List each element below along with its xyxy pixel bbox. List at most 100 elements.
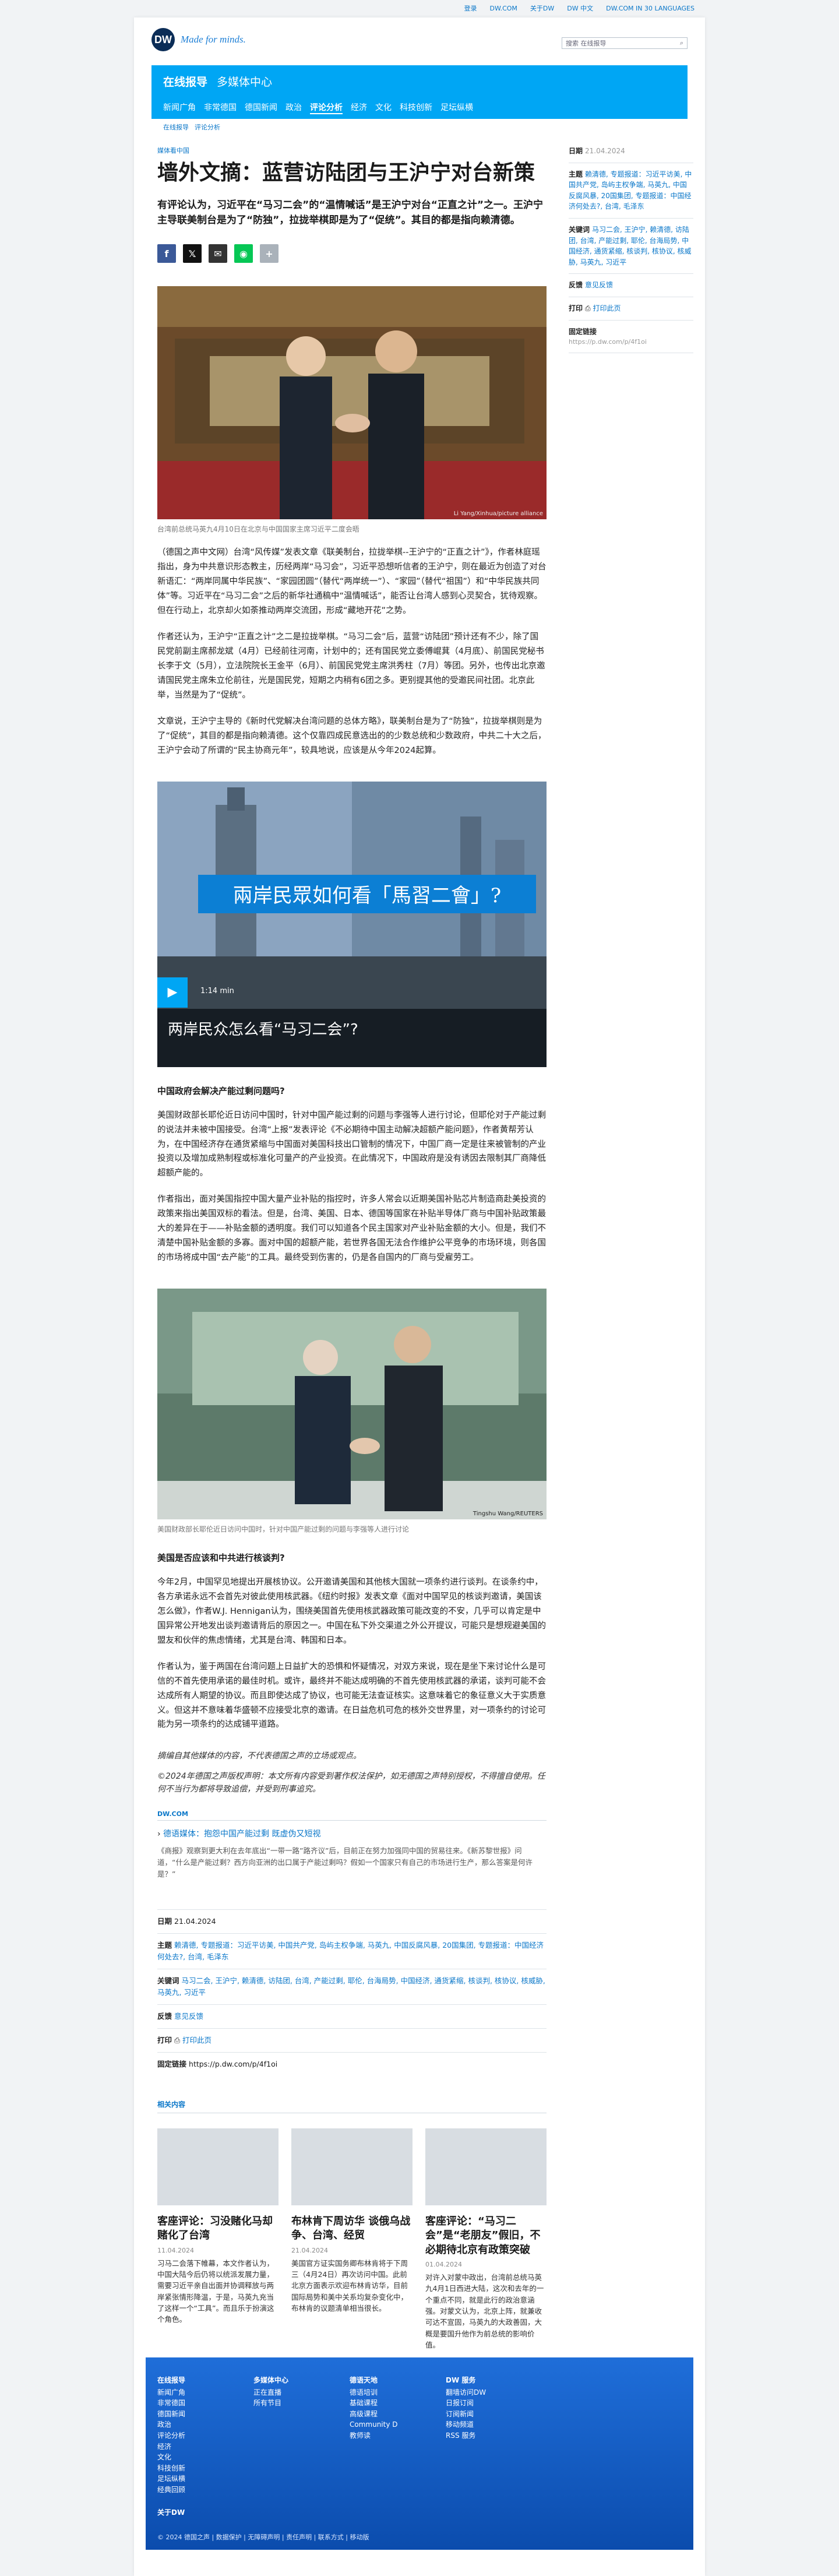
footer-heading[interactable]: DW 服务 [446, 2375, 519, 2386]
meta-keywords-label: 关键词 [157, 1976, 179, 1985]
sidebar-topics[interactable]: 赖清德, 专题报道：习近平访美, 中国共产党, 岛屿主权争端, 马英九, 中国反… [569, 170, 692, 211]
footer-column: DW 服务 翻墙访问DW 日报订阅 订阅新闻 移动频道 RSS 服务 [446, 2375, 519, 2519]
nav-item[interactable]: 科技创新 [400, 101, 432, 114]
nav-item[interactable]: 足坛纵横 [440, 101, 473, 114]
meta-feedback-label: 反馈 [157, 2011, 172, 2021]
footer-heading[interactable]: 德语天地 [350, 2375, 422, 2386]
play-icon[interactable]: ▶ [157, 977, 188, 1008]
share-bar: f 𝕏 ✉ ◉ + [157, 244, 547, 263]
sidebar-print-label: 打印 [569, 304, 583, 312]
card-date: 21.04.2024 [291, 2246, 328, 2254]
about-dw-link[interactable]: 关于DW [530, 3, 554, 13]
article-paragraph: （德国之声中文网）台湾“风传媒”发表文章《联美制台，拉拢举棋--王沪宁的“正直之… [157, 548, 547, 616]
sidebar-permalink[interactable]: https://p.dw.com/p/4f1oi [569, 337, 693, 347]
footer-link[interactable]: 文化 [157, 2452, 230, 2463]
permalink[interactable]: https://p.dw.com/p/4f1oi [189, 2060, 277, 2068]
footer-link[interactable]: 翻墙访问DW [446, 2387, 519, 2398]
print-link[interactable]: 打印此页 [182, 2036, 211, 2044]
meta-permalink-label: 固定链接 [157, 2059, 187, 2068]
email-icon[interactable]: ✉ [209, 244, 227, 263]
related-card[interactable]: 客座评论：“马习二会”是“老朋友”假旧，不必期待北京有政策突破 01.04.20… [425, 2128, 547, 2351]
disclaimer: 摘编自其他媒体的内容，不代表德国之声的立场或观点。 [157, 1751, 361, 1761]
more-share-icon[interactable]: + [260, 244, 279, 263]
card-title[interactable]: 客座评论：“马习二会”是“老朋友”假旧，不必期待北京有政策突破 [425, 2215, 547, 2257]
footer-legal[interactable]: © 2024 德国之声 | 数据保护 | 无障碍声明 | 责任声明 | 联系方式… [157, 2532, 369, 2542]
nav-section-title[interactable]: 在线报导 [163, 73, 207, 89]
footer-link[interactable]: 非常德国 [157, 2398, 230, 2409]
masthead: DW Made for minds. 搜索 在线报导 ⌕ [134, 17, 705, 65]
footer-link[interactable]: 移动频道 [446, 2419, 519, 2430]
logo-tagline: Made for minds. [181, 34, 246, 45]
footer-link[interactable]: 政治 [157, 2419, 230, 2430]
article-body: （德国之声中文网）台湾“风传媒”发表文章《联美制台，拉拢举棋--王沪宁的“正直之… [146, 546, 558, 758]
copyright-notice: ©2024年德国之声版权声明：本文所有内容受到著作权法保护，如无德国之声特别授权… [157, 1771, 545, 1794]
footer-link[interactable]: RSS 服务 [446, 2430, 519, 2441]
footer-about[interactable]: 关于DW [157, 2507, 230, 2518]
breadcrumb-item[interactable]: 评论分析 [195, 122, 220, 132]
nav-item[interactable]: 经济 [351, 101, 367, 114]
languages-link[interactable]: DW.COM IN 30 LANGUAGES [606, 5, 695, 12]
dw-com-link[interactable]: DW.COM [490, 5, 517, 12]
dw-related-excerpt: 《商报》观察到更大利在去年底出“一带一路”路齐议”后，目前正在努力加强同中国的贸… [157, 1846, 533, 1878]
footer-link[interactable]: 评论分析 [157, 2430, 230, 2441]
meta-keywords[interactable]: 马习二会, 王沪宁, 赖清德, 访陆团, 台湾, 产能过剩, 耶伦, 台海局势,… [157, 1976, 545, 1997]
card-text: 习马二会落下帷幕，本文作者认为，中国大陆今后仍将以统派发展力量，需要习近平亲自出… [157, 2258, 274, 2324]
nav-item[interactable]: 非常德国 [204, 101, 237, 114]
card-text: 美国官方证实国务卿布林肯将于下周三（4月24日）再次访问中国。此前北京方面表示欢… [291, 2258, 408, 2313]
nav-item[interactable]: 新闻广角 [163, 101, 196, 114]
footer-link[interactable]: 经济 [157, 2441, 230, 2452]
article: 媒体看中国 墙外文摘：蓝营访陆团与王沪宁对台新策 有评论认为，习近平在“马习二会… [146, 146, 558, 2351]
dw-logo[interactable]: DW Made for minds. [151, 28, 246, 51]
search-input[interactable]: 搜索 在线报导 ⌕ [562, 37, 688, 49]
video-title[interactable]: 两岸民众怎么看“马习二会”? [168, 1018, 358, 1039]
nav-item[interactable]: 文化 [375, 101, 392, 114]
footer-link[interactable]: Community D [350, 2419, 422, 2430]
footer-link[interactable]: 基础课程 [350, 2398, 422, 2409]
dw-related-link[interactable]: 德语媒体：抱怨中国产能过剩 既虚伪又短视 [163, 1829, 320, 1839]
footer-link[interactable]: 教师读 [350, 2430, 422, 2441]
footer-link[interactable]: 日报订阅 [446, 2398, 519, 2409]
dw-chinese-link[interactable]: DW 中文 [567, 3, 593, 13]
x-icon[interactable]: 𝕏 [183, 244, 202, 263]
sidebar-feedback-link[interactable]: 意见反馈 [585, 281, 613, 289]
footer-link[interactable]: 正在直播 [253, 2387, 326, 2398]
footer-link[interactable]: 所有节目 [253, 2398, 326, 2409]
photo-credit: Li Yang/Xinhua/picture alliance [453, 511, 543, 518]
line-icon[interactable]: ◉ [234, 244, 253, 263]
footer-link[interactable]: 科技创新 [157, 2463, 230, 2474]
related-card[interactable]: 布林肯下周访华 谈俄乌战争、台湾、经贸 21.04.2024 美国官方证实国务卿… [291, 2128, 413, 2351]
feedback-link[interactable]: 意见反馈 [174, 2012, 203, 2021]
dw-logo-mark: DW [151, 28, 175, 51]
card-title[interactable]: 客座评论：习没赌化马却赌化了台湾 [157, 2215, 279, 2243]
meta-date-label: 日期 [157, 1916, 172, 1926]
footer-link[interactable]: 新闻广角 [157, 2387, 230, 2398]
search-icon[interactable]: ⌕ [680, 39, 683, 47]
footer-link[interactable]: 高级课程 [350, 2409, 422, 2420]
sidebar-print-link[interactable]: 打印此页 [593, 304, 621, 312]
nav-item-active[interactable]: 评论分析 [310, 101, 343, 114]
nav-item[interactable]: 政治 [285, 101, 302, 114]
article-paragraph: 作者指出，面对美国指控中国大量产业补贴的指控时，许多人常会以近期美国补贴芯片制造… [157, 1195, 546, 1263]
article-kicker[interactable]: 媒体看中国 [157, 146, 558, 155]
card-title[interactable]: 布林肯下周访华 谈俄乌战争、台湾、经贸 [291, 2215, 413, 2243]
nav-multimedia[interactable]: 多媒体中心 [217, 73, 272, 89]
related-card[interactable]: 客座评论：习没赌化马却赌化了台湾 11.04.2024 习马二会落下帷幕，本文作… [157, 2128, 279, 2351]
footer-link[interactable]: 经典回顾 [157, 2484, 230, 2496]
video-duration: 1:14 min [200, 986, 234, 995]
breadcrumb-item[interactable]: 在线报导 [163, 122, 189, 132]
login-link[interactable]: 登录 [464, 3, 477, 13]
footer-heading[interactable]: 多媒体中心 [253, 2375, 326, 2386]
nav-item[interactable]: 德国新闻 [245, 101, 277, 114]
footer-heading[interactable]: 在线报导 [157, 2375, 230, 2386]
facebook-icon[interactable]: f [157, 244, 176, 263]
footer-link[interactable]: 德国新闻 [157, 2409, 230, 2420]
article-paragraph: 文章说，王沪宁主导的《新时代党解决台湾问题的总体方略》，联美制台是为了“防独”，… [157, 716, 547, 755]
footer-link[interactable]: 德语培训 [350, 2387, 422, 2398]
meta-topics[interactable]: 赖清德, 专题报道：习近平访美, 中国共产党, 岛屿主权争端, 马英九, 中国反… [157, 1941, 544, 1961]
photo-caption: 台湾前总统马英九4月10日在北京与中国国家主席习近平二度会晤 [157, 525, 359, 534]
search-placeholder: 搜索 在线报导 [566, 40, 607, 47]
dw-com-label: DW.COM [157, 1810, 547, 1821]
video-player[interactable]: 兩岸民眾如何看「馬習二會」? ▶ 1:14 min 两岸民众怎么看“马习二会”? [157, 781, 547, 1067]
footer-link[interactable]: 足坛纵横 [157, 2473, 230, 2484]
footer-link[interactable]: 订阅新闻 [446, 2409, 519, 2420]
